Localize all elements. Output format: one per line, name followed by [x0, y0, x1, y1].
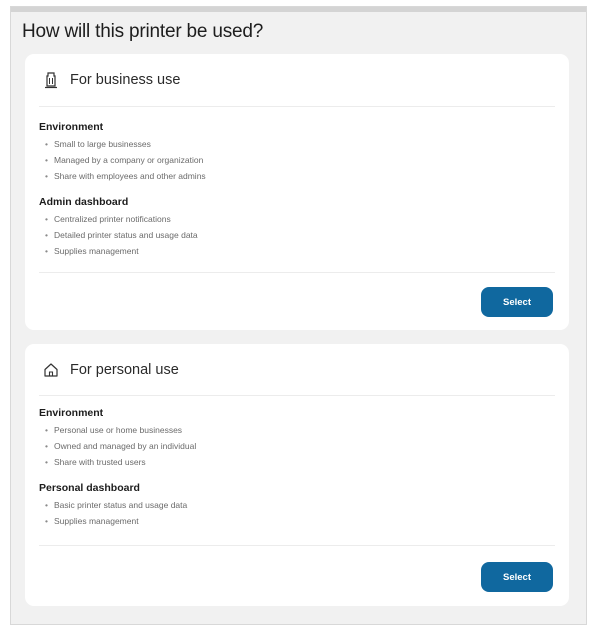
personal-dashboard-section: Personal dashboard Basic printer status …	[39, 482, 187, 529]
bullet-list: Basic printer status and usage data Supp…	[39, 497, 187, 529]
personal-use-card[interactable]: For personal use Environment Personal us…	[25, 344, 569, 606]
list-item: Detailed printer status and usage data	[45, 227, 198, 243]
home-icon	[42, 361, 60, 379]
bullet-list: Centralized printer notifications Detail…	[39, 211, 198, 259]
personal-divider-top	[39, 395, 555, 396]
list-item: Supplies management	[45, 243, 198, 259]
dialog-frame: How will this printer be used? For busin…	[10, 6, 587, 625]
list-item: Share with trusted users	[45, 454, 196, 470]
page-title: How will this printer be used?	[22, 21, 264, 42]
bullet-list: Personal use or home businesses Owned an…	[39, 422, 196, 470]
personal-card-header: For personal use	[42, 361, 179, 379]
business-select-button[interactable]: Select	[481, 287, 553, 317]
section-heading: Environment	[39, 407, 104, 419]
list-item: Supplies management	[45, 513, 187, 529]
business-card-title: For business use	[70, 72, 181, 88]
business-divider-bottom	[39, 272, 555, 273]
top-strip	[11, 7, 586, 12]
list-item: Basic printer status and usage data	[45, 497, 187, 513]
list-item: Share with employees and other admins	[45, 168, 206, 184]
personal-environment-section: Environment Personal use or home busines…	[39, 407, 196, 470]
business-dashboard-section: Admin dashboard Centralized printer noti…	[39, 196, 198, 259]
list-item: Managed by a company or organization	[45, 152, 206, 168]
building-icon	[42, 71, 60, 89]
list-item: Small to large businesses	[45, 136, 206, 152]
list-item: Centralized printer notifications	[45, 211, 198, 227]
business-card-header: For business use	[42, 71, 180, 89]
personal-select-button[interactable]: Select	[481, 562, 553, 592]
section-heading: Environment	[39, 121, 104, 133]
personal-divider-bottom	[39, 545, 555, 546]
bullet-list: Small to large businesses Managed by a c…	[39, 136, 206, 184]
section-heading: Admin dashboard	[39, 196, 129, 208]
business-divider-top	[39, 106, 555, 107]
list-item: Owned and managed by an individual	[45, 438, 196, 454]
business-environment-section: Environment Small to large businesses Ma…	[39, 121, 206, 184]
personal-card-title: For personal use	[70, 362, 179, 378]
section-heading: Personal dashboard	[39, 482, 140, 494]
list-item: Personal use or home businesses	[45, 422, 196, 438]
business-use-card[interactable]: For business use Environment Small to la…	[25, 54, 569, 330]
